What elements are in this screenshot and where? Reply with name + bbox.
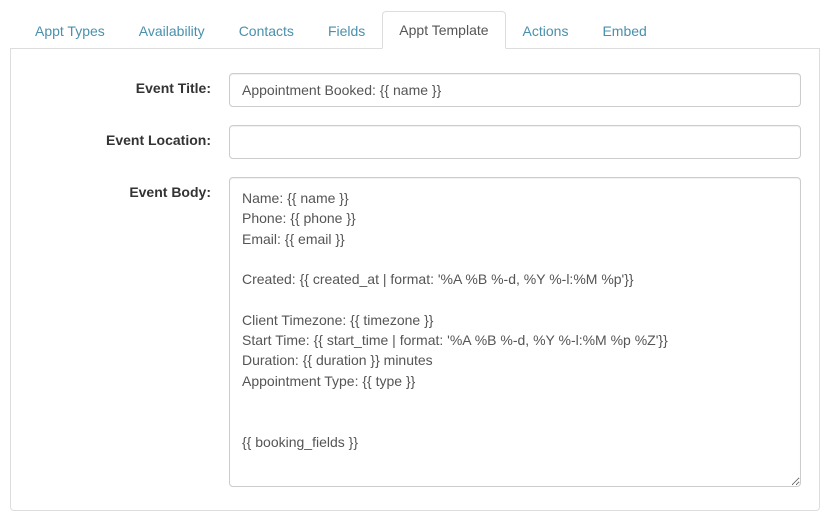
tab-embed[interactable]: Embed bbox=[585, 12, 663, 49]
tab-appt-types[interactable]: Appt Types bbox=[18, 12, 122, 49]
event-body-textarea[interactable] bbox=[229, 177, 801, 487]
tab-fields[interactable]: Fields bbox=[311, 12, 382, 49]
label-event-body: Event Body: bbox=[29, 177, 229, 200]
tab-contacts[interactable]: Contacts bbox=[222, 12, 311, 49]
event-location-input[interactable] bbox=[229, 125, 801, 159]
label-event-location: Event Location: bbox=[29, 125, 229, 148]
tab-bar: Appt Types Availability Contacts Fields … bbox=[10, 10, 820, 49]
event-title-input[interactable] bbox=[229, 73, 801, 107]
tab-actions[interactable]: Actions bbox=[506, 12, 586, 49]
tab-appt-template[interactable]: Appt Template bbox=[382, 11, 505, 49]
tab-panel-appt-template: Event Title: Event Location: Event Body: bbox=[10, 49, 820, 511]
label-event-title: Event Title: bbox=[29, 73, 229, 96]
tab-availability[interactable]: Availability bbox=[122, 12, 222, 49]
